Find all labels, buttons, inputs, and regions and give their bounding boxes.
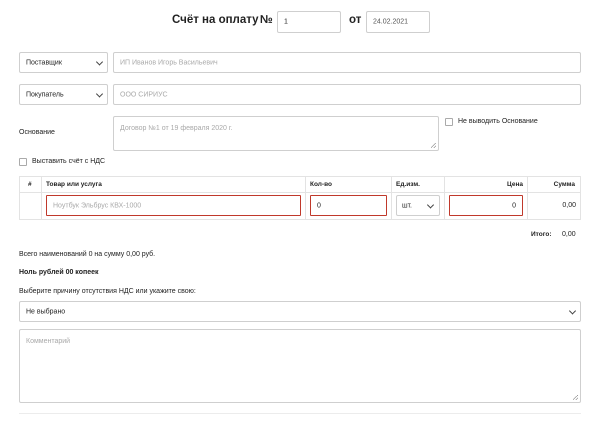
item-placeholder: Ноутбук Эльбрус КВХ-1000 [53, 202, 142, 209]
invoice-number-input[interactable]: 1 [277, 11, 341, 33]
divider [19, 413, 581, 414]
col-header-sum: Сумма [553, 181, 575, 188]
supplier-select[interactable]: Поставщик [19, 52, 108, 73]
col-header-item: Товар или услуга [46, 181, 102, 188]
basis-label: Основание [19, 129, 55, 136]
price-value: 0 [512, 202, 516, 209]
unit-value: шт. [402, 202, 412, 209]
chevron-down-icon [426, 200, 435, 209]
vat-reason-label: Выберите причину отсутствия НДС или укаж… [19, 288, 196, 295]
invoice-date-value: 24.02.2021 [373, 18, 409, 26]
number-label: № [260, 14, 273, 26]
resize-handle-icon[interactable] [573, 395, 578, 400]
total-value: 0,00 [562, 231, 576, 238]
supplier-placeholder: ИП Иванов Игорь Васильевич [120, 59, 218, 66]
chevron-down-icon [568, 306, 577, 315]
resize-handle-icon[interactable] [431, 143, 436, 148]
col-header-num: # [28, 181, 32, 188]
items-table: # Товар или услуга Кол-во Ед.изм. Цена С… [19, 176, 581, 220]
item-input[interactable]: Ноутбук Эльбрус КВХ-1000 [46, 195, 301, 216]
comment-textarea[interactable]: Комментарий [19, 329, 581, 403]
row-sum-value: 0,00 [562, 202, 576, 209]
vat-checkbox-label: Выставить счёт с НДС [32, 158, 106, 165]
unit-select[interactable]: шт. [396, 195, 440, 216]
buyer-placeholder: ООО СИРИУС [120, 91, 168, 98]
vat-checkbox[interactable] [19, 158, 27, 166]
vat-reason-value: Не выбрано [26, 308, 66, 315]
total-label: Итого: [531, 231, 552, 238]
page-title: Счёт на оплату [172, 14, 259, 26]
date-label: от [349, 14, 362, 26]
basis-textarea[interactable]: Договор №1 от 19 февраля 2020 г. [113, 116, 439, 151]
buyer-select[interactable]: Покупатель [19, 84, 108, 105]
hide-basis-checkbox[interactable] [445, 118, 453, 126]
qty-input[interactable]: 0 [310, 195, 387, 216]
basis-placeholder: Договор №1 от 19 февраля 2020 г. [120, 125, 233, 132]
col-header-price: Цена [507, 181, 523, 188]
hide-basis-label: Не выводить Основание [458, 118, 538, 125]
vat-reason-select[interactable]: Не выбрано [19, 301, 581, 322]
col-header-qty: Кол-во [310, 181, 332, 188]
buyer-input[interactable]: ООО СИРИУС [113, 84, 581, 105]
qty-value: 0 [317, 202, 321, 209]
col-header-unit: Ед.изм. [396, 181, 420, 188]
buyer-select-value: Покупатель [26, 91, 64, 98]
amount-in-words: Ноль рублей 00 копеек [19, 269, 99, 276]
supplier-input[interactable]: ИП Иванов Игорь Васильевич [113, 52, 581, 73]
invoice-date-input[interactable]: 24.02.2021 [366, 11, 430, 33]
invoice-number-value: 1 [284, 18, 288, 26]
supplier-select-value: Поставщик [26, 59, 62, 66]
comment-placeholder: Комментарий [26, 338, 71, 345]
chevron-down-icon [95, 57, 104, 66]
summary-text: Всего наименований 0 на сумму 0,00 руб. [19, 251, 156, 258]
price-input[interactable]: 0 [449, 195, 523, 216]
chevron-down-icon [95, 89, 104, 98]
